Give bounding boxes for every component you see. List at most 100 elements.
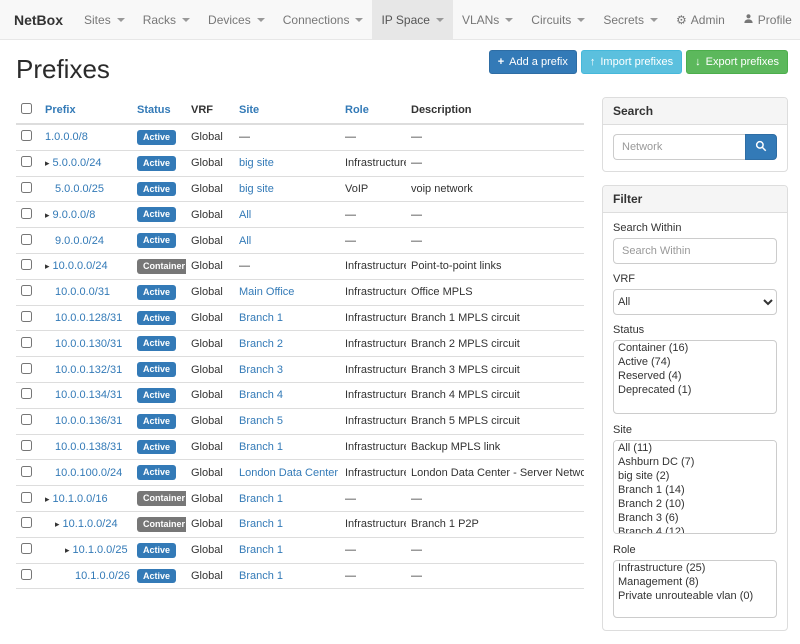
prefix-link[interactable]: 10.0.0.130/31 (55, 338, 122, 350)
prefix-link[interactable]: 10.0.100.0/24 (55, 467, 122, 479)
row-checkbox[interactable] (21, 414, 32, 425)
site-link[interactable]: All (239, 209, 251, 221)
prefix-link[interactable]: 10.0.0.134/31 (55, 389, 122, 401)
prefix-link[interactable]: 5.0.0.0/25 (55, 183, 104, 195)
status-option[interactable]: Deprecated (1) (614, 383, 776, 397)
role-option[interactable]: Management (8) (614, 575, 776, 589)
nav-item-sites[interactable]: Sites (75, 0, 134, 39)
site-link[interactable]: Branch 1 (239, 312, 283, 324)
site-option[interactable]: Ashburn DC (7) (614, 455, 776, 469)
role-option[interactable]: Infrastructure (25) (614, 561, 776, 575)
prefix-link[interactable]: 10.1.0.0/24 (63, 518, 118, 530)
column-header-role[interactable]: Role (345, 104, 369, 116)
search-button[interactable] (745, 134, 777, 160)
nav-item-vlans[interactable]: VLANs (453, 0, 522, 39)
nav-item-secrets[interactable]: Secrets (594, 0, 667, 39)
navbar: NetBox SitesRacksDevices ConnectionsIP Sp… (0, 0, 800, 40)
column-header-status[interactable]: Status (137, 104, 171, 116)
site-option[interactable]: Branch 4 (12) (614, 525, 776, 534)
prefix-link[interactable]: 1.0.0.0/8 (45, 131, 88, 143)
prefix-link[interactable]: 9.0.0.0/8 (53, 209, 96, 221)
site-link[interactable]: Branch 1 (239, 518, 283, 530)
select-all-checkbox[interactable] (21, 103, 32, 114)
site-link[interactable]: Branch 4 (239, 389, 283, 401)
site-cell: — (234, 124, 340, 150)
nav-item-devices[interactable]: Devices (199, 0, 274, 39)
site-link[interactable]: Branch 1 (239, 544, 283, 556)
prefix-link[interactable]: 10.1.0.0/25 (73, 544, 128, 556)
site-option[interactable]: Branch 3 (6) (614, 511, 776, 525)
site-link[interactable]: Branch 5 (239, 415, 283, 427)
status-option[interactable]: Reserved (4) (614, 369, 776, 383)
row-checkbox[interactable] (21, 517, 32, 528)
site-link[interactable]: Main Office (239, 286, 294, 298)
row-checkbox[interactable] (21, 363, 32, 374)
site-link[interactable]: Branch 1 (239, 441, 283, 453)
site-option[interactable]: Branch 1 (14) (614, 483, 776, 497)
row-checkbox[interactable] (21, 182, 32, 193)
brand-logo[interactable]: NetBox (8, 0, 75, 39)
role-select[interactable]: Infrastructure (25)Management (8)Private… (613, 560, 777, 618)
site-link[interactable]: London Data Center (239, 467, 338, 479)
site-cell: Main Office (234, 279, 340, 305)
site-link[interactable]: Branch 3 (239, 364, 283, 376)
nav-item-label: Devices (208, 0, 251, 40)
vrf-cell: Global (186, 434, 234, 460)
status-select[interactable]: Container (16)Active (74)Reserved (4)Dep… (613, 340, 777, 414)
row-checkbox[interactable] (21, 543, 32, 554)
prefix-link[interactable]: 9.0.0.0/24 (55, 235, 104, 247)
site-link[interactable]: All (239, 235, 251, 247)
site-link[interactable]: big site (239, 157, 274, 169)
prefix-link[interactable]: 10.0.0.0/31 (55, 286, 110, 298)
site-option[interactable]: big site (2) (614, 469, 776, 483)
export-prefixes-button[interactable]: ↓ Export prefixes (686, 50, 788, 74)
search-within-input[interactable] (613, 238, 777, 264)
prefix-link[interactable]: 10.0.0.132/31 (55, 364, 122, 376)
nav-item-connections[interactable]: Connections (274, 0, 373, 39)
nav-item-admin[interactable]: ⚙ Admin (667, 0, 734, 39)
prefix-link[interactable]: 10.0.0.136/31 (55, 415, 122, 427)
nav-item-circuits[interactable]: Circuits (522, 0, 594, 39)
status-badge: Active (137, 336, 176, 351)
prefix-link[interactable]: 10.1.0.0/16 (53, 493, 108, 505)
column-header-site[interactable]: Site (239, 104, 259, 116)
row-checkbox[interactable] (21, 259, 32, 270)
site-link[interactable]: big site (239, 183, 274, 195)
prefix-link[interactable]: 10.1.0.0/26 (75, 570, 130, 582)
row-checkbox[interactable] (21, 234, 32, 245)
status-option[interactable]: Active (74) (614, 355, 776, 369)
add-prefix-button[interactable]: + Add a prefix (489, 50, 577, 74)
row-checkbox[interactable] (21, 156, 32, 167)
site-select[interactable]: All (11)Ashburn DC (7)big site (2)Branch… (613, 440, 777, 534)
row-checkbox[interactable] (21, 311, 32, 322)
prefix-link[interactable]: 10.0.0.138/31 (55, 441, 122, 453)
prefix-link[interactable]: 5.0.0.0/24 (53, 157, 102, 169)
row-checkbox[interactable] (21, 285, 32, 296)
search-within-label: Search Within (613, 222, 777, 234)
site-link[interactable]: Branch 1 (239, 570, 283, 582)
status-option[interactable]: Container (16) (614, 341, 776, 355)
row-checkbox[interactable] (21, 388, 32, 399)
prefix-link[interactable]: 10.0.0.128/31 (55, 312, 122, 324)
nav-item-profile[interactable]: Profile (734, 0, 800, 39)
vrf-select[interactable]: All (613, 289, 777, 315)
row-checkbox[interactable] (21, 492, 32, 503)
nav-item-ip-space[interactable]: IP Space (372, 0, 452, 39)
row-checkbox[interactable] (21, 208, 32, 219)
search-input[interactable] (613, 134, 745, 160)
site-link[interactable]: Branch 1 (239, 493, 283, 505)
row-checkbox[interactable] (21, 569, 32, 580)
row-checkbox[interactable] (21, 466, 32, 477)
column-header-prefix[interactable]: Prefix (45, 104, 76, 116)
row-checkbox[interactable] (21, 337, 32, 348)
prefix-link[interactable]: 10.0.0.0/24 (53, 260, 108, 272)
site-option[interactable]: All (11) (614, 441, 776, 455)
nav-item-racks[interactable]: Racks (134, 0, 199, 39)
row-checkbox[interactable] (21, 440, 32, 451)
site-option[interactable]: Branch 2 (10) (614, 497, 776, 511)
vrf-cell: Global (186, 408, 234, 434)
row-checkbox[interactable] (21, 130, 32, 141)
import-prefixes-button[interactable]: ↑ Import prefixes (581, 50, 682, 74)
site-link[interactable]: Branch 2 (239, 338, 283, 350)
role-option[interactable]: Private unrouteable vlan (0) (614, 589, 776, 603)
